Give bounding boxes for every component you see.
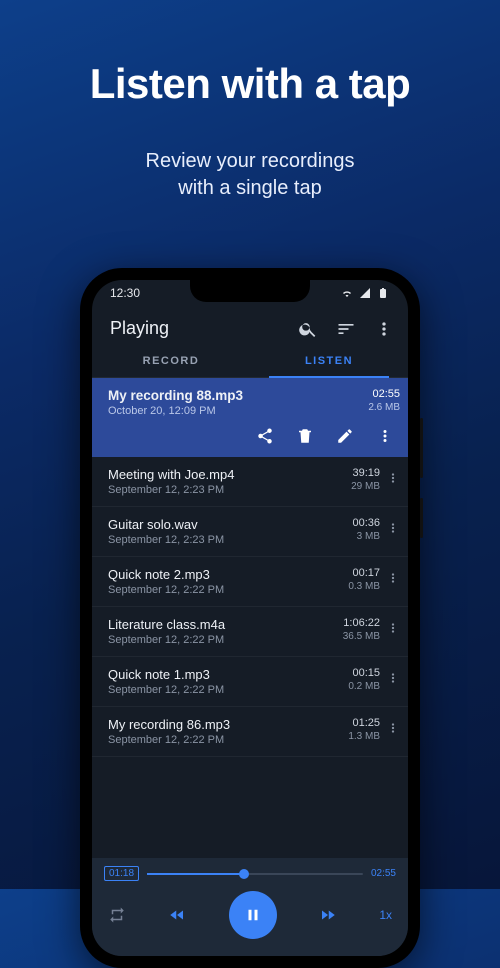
status-time: 12:30 bbox=[110, 286, 140, 300]
wifi-icon bbox=[340, 287, 354, 299]
promo-subline-2: with a single tap bbox=[178, 177, 321, 199]
player-total: 02:55 bbox=[371, 868, 396, 879]
more-icon[interactable] bbox=[374, 319, 394, 339]
search-icon[interactable] bbox=[298, 319, 318, 339]
pause-icon bbox=[244, 906, 262, 924]
item-name: Quick note 2.mp3 bbox=[108, 567, 224, 582]
item-size: 0.2 MB bbox=[348, 681, 380, 692]
share-icon[interactable] bbox=[256, 427, 274, 445]
list-item[interactable]: Literature class.m4a September 12, 2:22 P… bbox=[92, 607, 408, 657]
item-more-icon[interactable] bbox=[376, 427, 394, 445]
item-more-icon[interactable] bbox=[386, 671, 400, 685]
repeat-icon[interactable] bbox=[108, 906, 126, 924]
delete-icon[interactable] bbox=[296, 427, 314, 445]
promo-subline-1: Review your recordings bbox=[146, 150, 355, 172]
item-subtitle: September 12, 2:23 PM bbox=[108, 534, 224, 546]
page-title: Playing bbox=[110, 318, 169, 339]
tab-listen[interactable]: LISTEN bbox=[250, 343, 408, 377]
item-duration: 00:36 bbox=[352, 517, 380, 529]
tab-record[interactable]: RECORD bbox=[92, 343, 250, 377]
item-duration: 1:06:22 bbox=[343, 617, 380, 629]
item-subtitle: September 12, 2:22 PM bbox=[108, 584, 224, 596]
item-size: 3 MB bbox=[352, 531, 380, 542]
promo-headline: Listen with a tap bbox=[0, 60, 500, 108]
item-duration: 02:55 bbox=[368, 388, 400, 400]
item-duration: 39:19 bbox=[351, 467, 380, 479]
item-name: Literature class.m4a bbox=[108, 617, 225, 632]
item-name: My recording 86.mp3 bbox=[108, 717, 230, 732]
item-size: 2.6 MB bbox=[368, 402, 400, 413]
phone-frame: 12:30 Playing RECORD LISTEN My recording bbox=[80, 268, 420, 968]
recordings-list: My recording 88.mp3 October 20, 12:09 PM… bbox=[92, 378, 408, 757]
battery-icon bbox=[376, 287, 390, 299]
list-item[interactable]: My recording 86.mp3 September 12, 2:22 PM… bbox=[92, 707, 408, 757]
list-item[interactable]: Guitar solo.wav September 12, 2:23 PM 00:3… bbox=[92, 507, 408, 557]
status-bar: 12:30 bbox=[92, 280, 408, 306]
player-elapsed: 01:18 bbox=[104, 866, 139, 881]
list-item[interactable]: Quick note 1.mp3 September 12, 2:22 PM 00:… bbox=[92, 657, 408, 707]
item-subtitle: September 12, 2:23 PM bbox=[108, 484, 234, 496]
phone-notch bbox=[190, 280, 310, 302]
item-size: 36.5 MB bbox=[343, 631, 380, 642]
edit-icon[interactable] bbox=[336, 427, 354, 445]
player-bar: 01:18 02:55 1x bbox=[92, 858, 408, 956]
item-more-icon[interactable] bbox=[386, 521, 400, 535]
player-speed[interactable]: 1x bbox=[379, 908, 392, 922]
item-more-icon[interactable] bbox=[386, 571, 400, 585]
item-duration: 01:25 bbox=[348, 717, 380, 729]
item-name: Meeting with Joe.mp4 bbox=[108, 467, 234, 482]
rewind-icon[interactable] bbox=[168, 906, 186, 924]
signal-icon bbox=[358, 287, 372, 299]
item-duration: 00:17 bbox=[348, 567, 380, 579]
item-size: 1.3 MB bbox=[348, 731, 380, 742]
item-size: 0.3 MB bbox=[348, 581, 380, 592]
selected-item-actions bbox=[92, 427, 408, 457]
forward-icon[interactable] bbox=[319, 906, 337, 924]
list-item-selected[interactable]: My recording 88.mp3 October 20, 12:09 PM… bbox=[92, 378, 408, 427]
item-subtitle: September 12, 2:22 PM bbox=[108, 634, 225, 646]
sort-icon[interactable] bbox=[336, 319, 356, 339]
list-item[interactable]: Quick note 2.mp3 September 12, 2:22 PM 00:… bbox=[92, 557, 408, 607]
item-subtitle: October 20, 12:09 PM bbox=[108, 405, 243, 417]
list-item[interactable]: Meeting with Joe.mp4 September 12, 2:23 P… bbox=[92, 457, 408, 507]
item-size: 29 MB bbox=[351, 481, 380, 492]
item-name: My recording 88.mp3 bbox=[108, 388, 243, 403]
phone-screen: 12:30 Playing RECORD LISTEN My recording bbox=[92, 280, 408, 956]
item-duration: 00:15 bbox=[348, 667, 380, 679]
item-more-icon[interactable] bbox=[386, 721, 400, 735]
item-subtitle: September 12, 2:22 PM bbox=[108, 734, 230, 746]
item-more-icon[interactable] bbox=[386, 621, 400, 635]
item-more-icon[interactable] bbox=[386, 471, 400, 485]
item-name: Quick note 1.mp3 bbox=[108, 667, 224, 682]
player-seek-fill bbox=[147, 873, 244, 875]
item-subtitle: September 12, 2:22 PM bbox=[108, 684, 224, 696]
pause-button[interactable] bbox=[229, 891, 277, 939]
player-seek-thumb[interactable] bbox=[239, 869, 249, 879]
item-name: Guitar solo.wav bbox=[108, 517, 224, 532]
player-seek-track[interactable] bbox=[147, 873, 363, 875]
